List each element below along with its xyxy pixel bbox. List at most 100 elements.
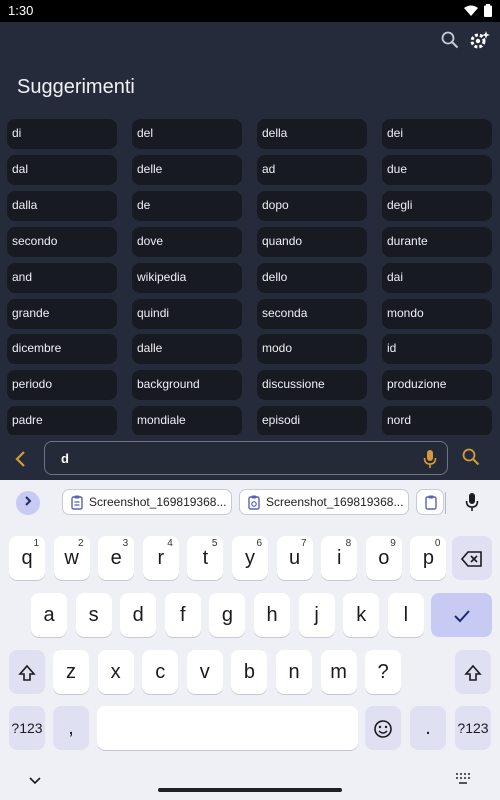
letter-key[interactable]: e3: [98, 536, 135, 580]
suggestion-chip[interactable]: modo: [257, 334, 367, 365]
emoji-icon: [373, 717, 393, 739]
expand-icon: [23, 494, 33, 512]
suggestion-chip[interactable]: background: [132, 370, 242, 401]
key-label: w: [64, 547, 79, 569]
letter-key[interactable]: n: [276, 650, 312, 694]
suggestion-chip[interactable]: di: [7, 119, 117, 149]
enter-key[interactable]: [431, 593, 492, 637]
symbols-key[interactable]: ?123: [9, 706, 45, 750]
symbols-key[interactable]: ?123: [455, 706, 491, 750]
letter-key[interactable]: i8: [321, 536, 358, 580]
letter-key[interactable]: b: [231, 650, 268, 694]
search-icon: [462, 448, 480, 470]
comma-key[interactable]: ,: [53, 706, 89, 750]
key-hint: 0: [434, 538, 441, 549]
letter-key[interactable]: m: [320, 650, 357, 694]
key-label: q: [21, 547, 33, 569]
clipboard-item[interactable]: Screenshot_169819368...: [62, 489, 232, 515]
letter-key[interactable]: v: [186, 650, 223, 694]
suggestion-chip[interactable]: quindi: [132, 298, 242, 329]
expand-toolbar-button[interactable]: [16, 491, 40, 515]
suggestion-chip[interactable]: dove: [132, 226, 242, 257]
backspace-key[interactable]: [452, 536, 492, 580]
mic-icon[interactable]: [423, 449, 437, 474]
suggestion-chip[interactable]: due: [382, 154, 492, 185]
shift-key[interactable]: [455, 650, 491, 694]
suggestion-chip[interactable]: wikipedia: [132, 262, 242, 293]
letter-key[interactable]: c: [142, 650, 179, 694]
emoji-key[interactable]: [365, 706, 401, 750]
key-label: z: [66, 661, 76, 683]
letter-key[interactable]: l: [387, 593, 424, 637]
letter-key[interactable]: x: [97, 650, 134, 694]
home-handle[interactable]: [158, 788, 342, 792]
suggestion-chip[interactable]: durante: [382, 226, 492, 257]
suggestion-chip[interactable]: and: [7, 262, 117, 293]
back-button[interactable]: [10, 448, 32, 470]
clipboard-item[interactable]: Screenshot_169819368...: [239, 489, 409, 515]
mic-icon[interactable]: [464, 492, 480, 517]
suggestion-chip[interactable]: delle: [132, 154, 242, 185]
suggestion-chip[interactable]: mondo: [382, 298, 492, 329]
suggestion-chip[interactable]: dal: [7, 154, 117, 185]
letter-key[interactable]: w2: [53, 536, 90, 580]
letter-key[interactable]: d: [120, 593, 157, 637]
settings-icon: [469, 29, 491, 56]
letter-key[interactable]: g: [209, 593, 246, 637]
suggestion-chip[interactable]: periodo: [7, 370, 117, 401]
letter-key[interactable]: q1: [9, 536, 45, 580]
suggestion-chip[interactable]: dello: [257, 262, 367, 293]
letter-key[interactable]: r4: [142, 536, 179, 580]
letter-key[interactable]: a: [31, 593, 67, 637]
suggestion-chip[interactable]: id: [382, 334, 492, 365]
period-key[interactable]: .: [410, 706, 446, 750]
letter-key[interactable]: t5: [187, 536, 224, 580]
key-label: f: [180, 604, 186, 626]
letter-key[interactable]: y6: [232, 536, 268, 580]
key-label: r: [157, 547, 165, 569]
key-hint: 6: [256, 538, 262, 549]
suggestion-chip[interactable]: dopo: [257, 190, 367, 221]
suggestion-chip[interactable]: seconda: [257, 298, 367, 329]
suggestion-chip[interactable]: mondiale: [132, 406, 242, 435]
suggestion-chip[interactable]: secondo: [7, 226, 117, 257]
letter-key[interactable]: j: [298, 593, 335, 637]
suggestion-chip[interactable]: del: [132, 119, 242, 149]
suggestion-chip[interactable]: ad: [257, 154, 367, 185]
letter-key[interactable]: z: [53, 650, 89, 694]
letter-key[interactable]: k: [343, 593, 380, 637]
suggestion-chip[interactable]: dicembre: [7, 334, 117, 365]
letter-key[interactable]: o9: [365, 536, 402, 580]
suggestion-chip[interactable]: dei: [382, 119, 492, 149]
suggestion-chip[interactable]: dalla: [7, 190, 117, 221]
key-label: t: [202, 547, 209, 569]
clipboard-item[interactable]: S: [416, 489, 444, 515]
search-submit-button[interactable]: [462, 448, 484, 470]
suggestion-chip[interactable]: dalle: [132, 334, 242, 365]
letter-key[interactable]: ?: [365, 650, 402, 694]
suggestion-chip[interactable]: della: [257, 119, 367, 149]
shift-key[interactable]: [9, 650, 45, 694]
suggestion-chip[interactable]: padre: [7, 406, 117, 435]
suggestion-chip[interactable]: dai: [382, 262, 492, 293]
suggestion-chip[interactable]: grande: [7, 298, 117, 329]
suggestion-chip[interactable]: produzione: [382, 370, 492, 401]
suggestion-chip[interactable]: de: [132, 190, 242, 221]
letter-key[interactable]: s: [75, 593, 112, 637]
key-label: u: [289, 547, 301, 569]
suggestion-chip[interactable]: degli: [382, 190, 492, 221]
suggestions-grid: di del della dei dal delle ad due dalla de dopo deg…: [7, 119, 493, 435]
battery-icon: [484, 4, 492, 22]
letter-key[interactable]: p0: [410, 536, 447, 580]
letter-key[interactable]: f: [164, 593, 201, 637]
suggestion-chip[interactable]: discussione: [257, 370, 367, 401]
letter-key[interactable]: u7: [276, 536, 313, 580]
suggestion-chip[interactable]: nord: [382, 406, 492, 435]
space-key[interactable]: [97, 706, 358, 750]
settings-button[interactable]: [468, 30, 492, 54]
letter-key[interactable]: h: [254, 593, 290, 637]
search-input[interactable]: d: [44, 441, 448, 475]
suggestion-chip[interactable]: episodi: [257, 406, 367, 435]
suggestion-chip[interactable]: quando: [257, 226, 367, 257]
search-button[interactable]: [438, 30, 462, 54]
